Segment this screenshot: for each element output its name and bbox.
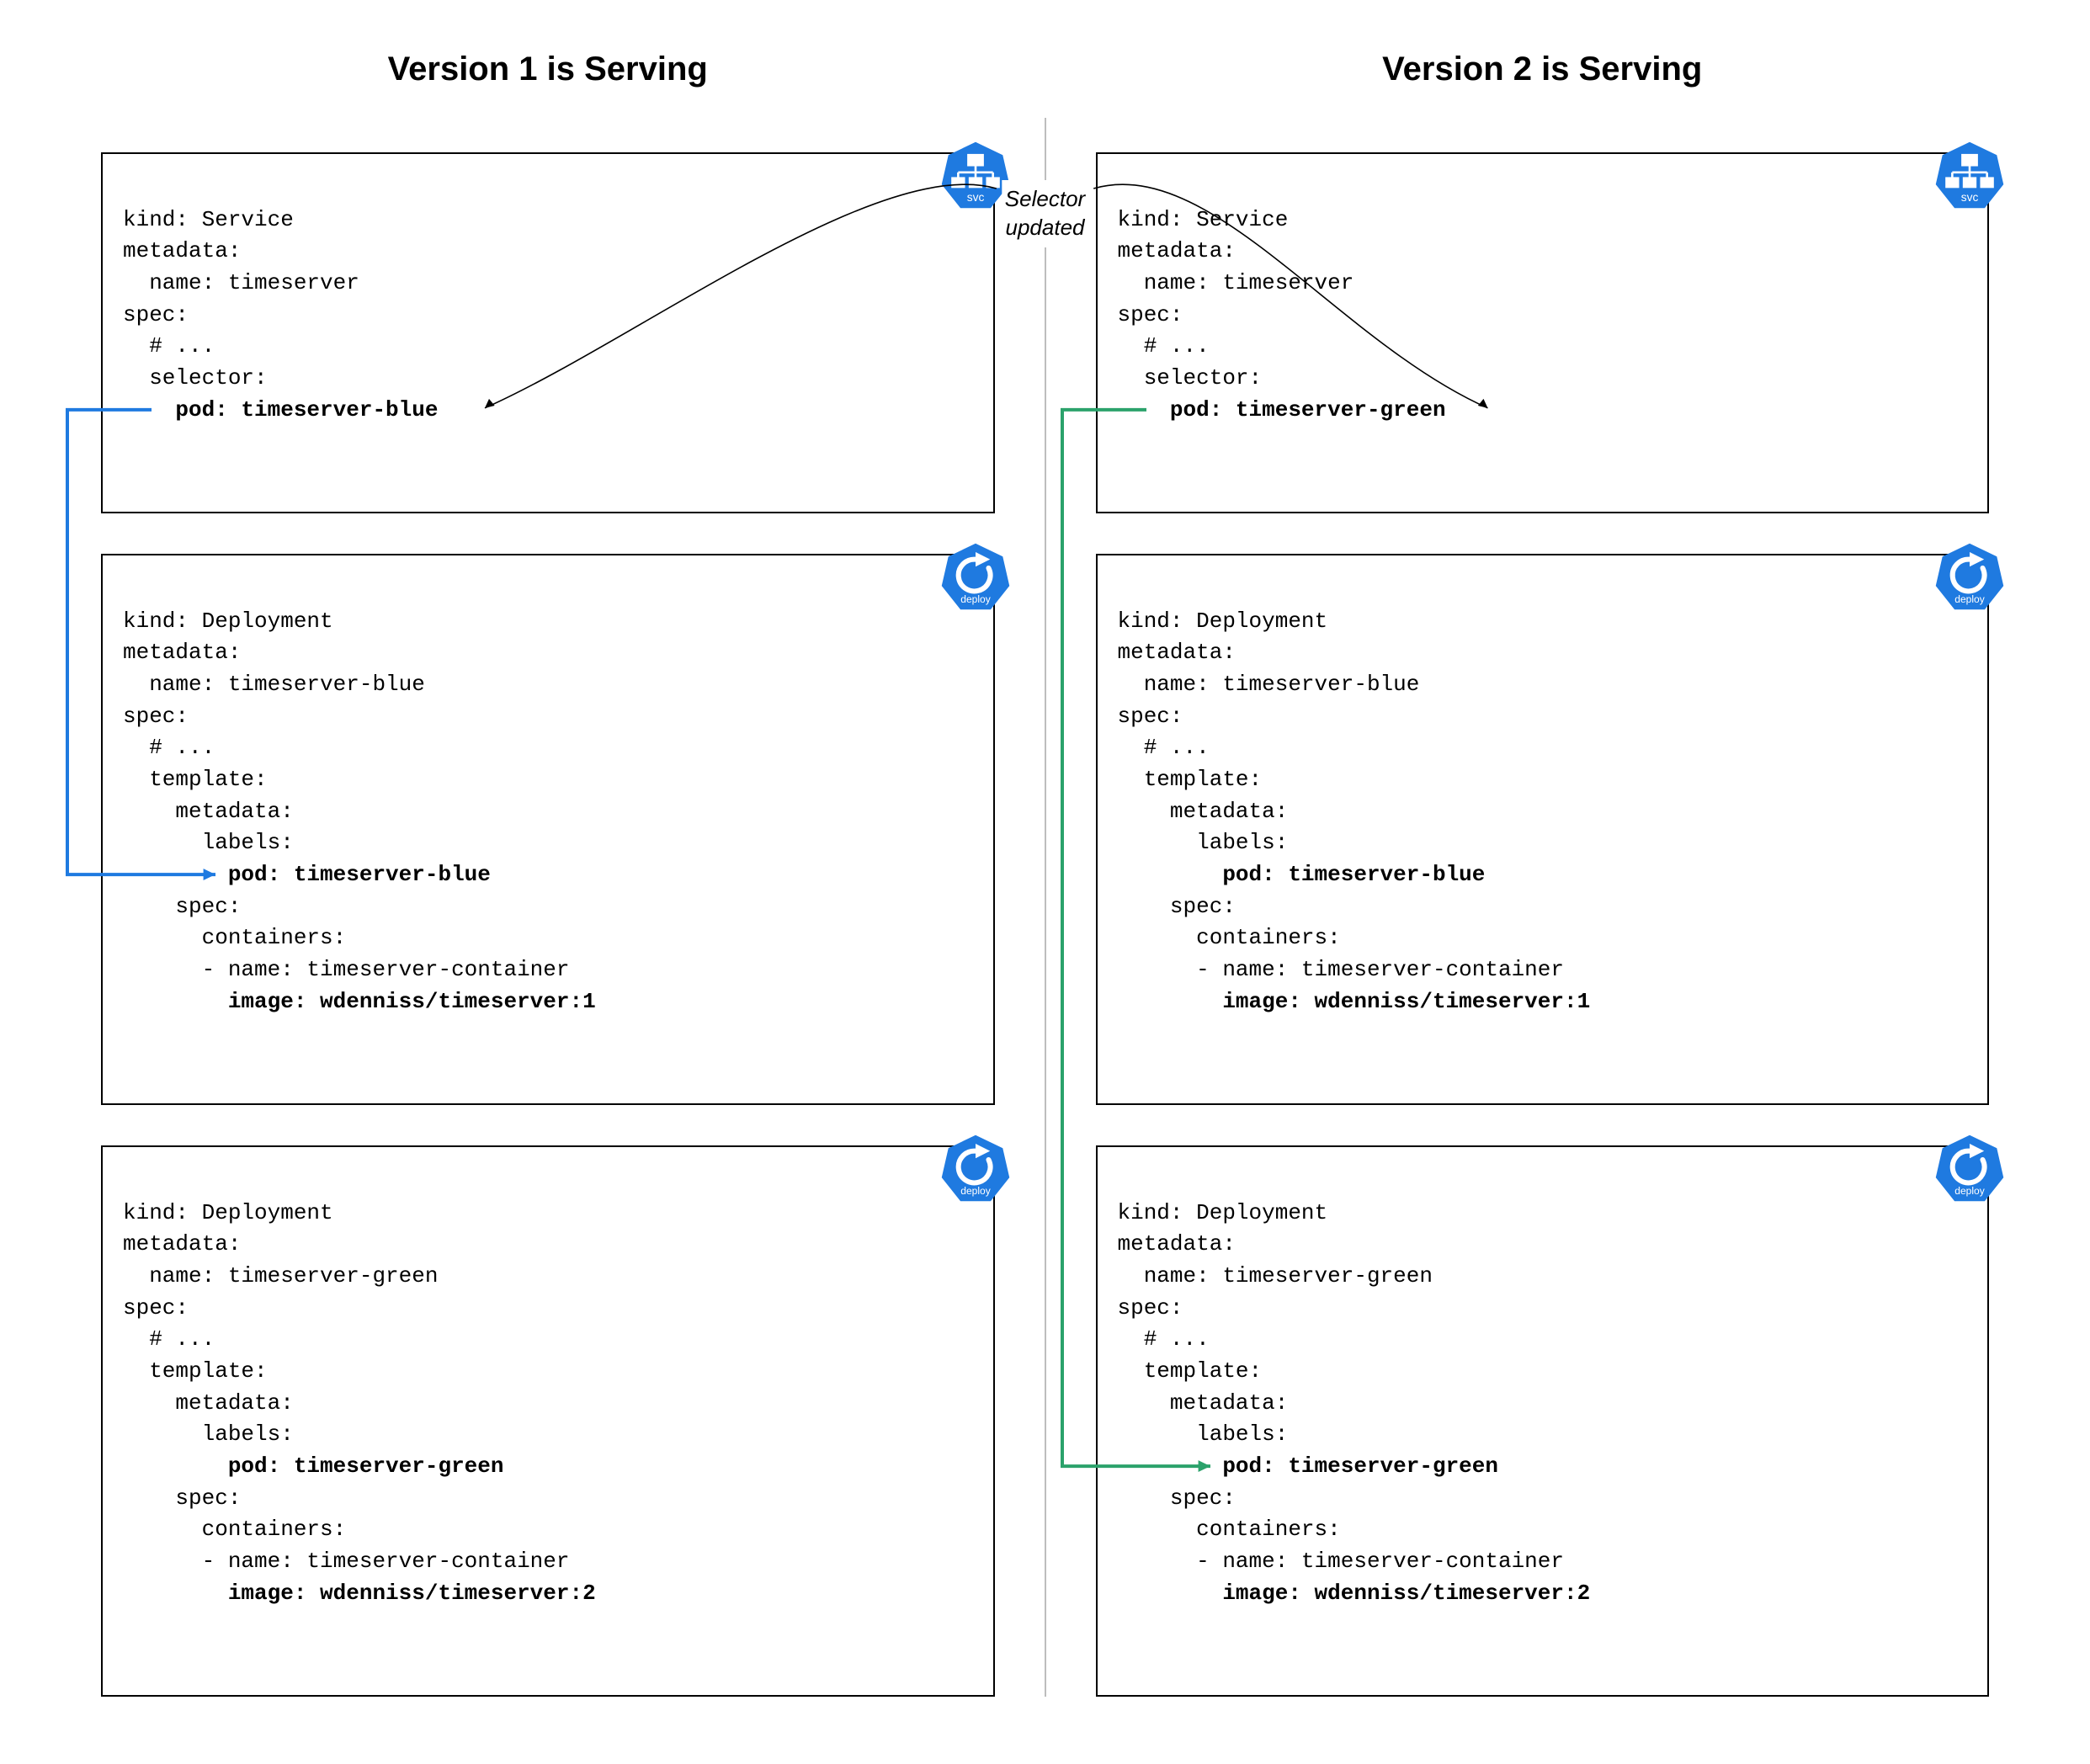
yaml-line: # ... bbox=[1118, 735, 1210, 760]
yaml-line-selector-pod: pod: timeserver-blue bbox=[123, 397, 438, 422]
yaml-line: metadata: bbox=[1118, 1231, 1236, 1257]
deploy-icon: deploy bbox=[939, 1134, 1012, 1206]
yaml-line: containers: bbox=[1118, 1517, 1341, 1542]
svg-text:svc: svc bbox=[1961, 191, 1979, 204]
yaml-line: spec: bbox=[123, 704, 189, 729]
right-title: Version 2 is Serving bbox=[1096, 50, 1990, 88]
yaml-line: kind: Deployment bbox=[123, 608, 333, 634]
center-label-line2: updated bbox=[1006, 215, 1085, 240]
yaml-line: name: timeserver-green bbox=[123, 1263, 438, 1288]
yaml-line: selector: bbox=[1118, 365, 1263, 391]
yaml-line: spec: bbox=[123, 1485, 241, 1511]
yaml-line: metadata: bbox=[123, 799, 294, 824]
yaml-line: template: bbox=[1118, 1358, 1263, 1384]
yaml-line: kind: Deployment bbox=[123, 1200, 333, 1225]
yaml-line: metadata: bbox=[123, 238, 241, 263]
left-deploy-green-box: kind: Deployment metadata: name: timeser… bbox=[101, 1145, 995, 1697]
yaml-line: spec: bbox=[123, 1295, 189, 1320]
yaml-line: containers: bbox=[1118, 925, 1341, 950]
yaml-line: template: bbox=[123, 767, 268, 792]
yaml-line-image: image: wdenniss/timeserver:2 bbox=[123, 1581, 596, 1606]
yaml-line: # ... bbox=[123, 1326, 215, 1352]
yaml-line: metadata: bbox=[1118, 238, 1236, 263]
center-label-line1: Selector bbox=[1005, 186, 1085, 211]
left-deploy-blue-box: kind: Deployment metadata: name: timeser… bbox=[101, 554, 995, 1105]
svg-text:deploy: deploy bbox=[960, 593, 990, 605]
yaml-line: # ... bbox=[123, 735, 215, 760]
left-service-box: kind: Service metadata: name: timeserver… bbox=[101, 152, 995, 513]
yaml-line: - name: timeserver-container bbox=[1118, 1549, 1565, 1574]
yaml-line: labels: bbox=[1118, 830, 1289, 855]
yaml-line: containers: bbox=[123, 1517, 346, 1542]
yaml-line: # ... bbox=[1118, 1326, 1210, 1352]
yaml-line: metadata: bbox=[123, 1231, 241, 1257]
center-divider bbox=[1045, 118, 1046, 1697]
svc-icon: svc bbox=[939, 141, 1012, 213]
left-title: Version 1 is Serving bbox=[101, 50, 995, 88]
yaml-line: labels: bbox=[123, 1421, 294, 1447]
yaml-line: - name: timeserver-container bbox=[123, 1549, 570, 1574]
yaml-line: spec: bbox=[123, 302, 189, 327]
right-column: Version 2 is Serving kind: Service metad… bbox=[1096, 50, 1990, 1697]
yaml-line: metadata: bbox=[1118, 640, 1236, 665]
yaml-line: template: bbox=[123, 1358, 268, 1384]
deploy-icon: deploy bbox=[1933, 542, 2006, 614]
svg-text:deploy: deploy bbox=[960, 1185, 990, 1197]
yaml-line: labels: bbox=[1118, 1421, 1289, 1447]
yaml-line: name: timeserver-blue bbox=[1118, 672, 1420, 697]
yaml-line: spec: bbox=[1118, 704, 1183, 729]
yaml-line: spec: bbox=[123, 894, 241, 919]
yaml-line: kind: Deployment bbox=[1118, 608, 1328, 634]
yaml-line-pod-label: pod: timeserver-green bbox=[123, 1453, 503, 1479]
yaml-line: # ... bbox=[1118, 333, 1210, 359]
left-column: Version 1 is Serving kind: Service metad… bbox=[101, 50, 995, 1697]
yaml-line-pod-label: pod: timeserver-blue bbox=[1118, 862, 1486, 887]
yaml-line: containers: bbox=[123, 925, 346, 950]
yaml-line: name: timeserver-blue bbox=[123, 672, 425, 697]
yaml-line: labels: bbox=[123, 830, 294, 855]
svc-icon: svc bbox=[1933, 141, 2006, 213]
yaml-line-image: image: wdenniss/timeserver:1 bbox=[1118, 989, 1591, 1014]
yaml-line-image: image: wdenniss/timeserver:1 bbox=[123, 989, 596, 1014]
right-deploy-green-box: kind: Deployment metadata: name: timeser… bbox=[1096, 1145, 1990, 1697]
svg-text:deploy: deploy bbox=[1954, 593, 1984, 605]
yaml-line: kind: Service bbox=[1118, 207, 1289, 232]
yaml-line: spec: bbox=[1118, 1485, 1236, 1511]
yaml-line: name: timeserver bbox=[1118, 270, 1354, 295]
yaml-line: - name: timeserver-container bbox=[1118, 957, 1565, 982]
yaml-line: template: bbox=[1118, 767, 1263, 792]
yaml-line: spec: bbox=[1118, 302, 1183, 327]
yaml-line: name: timeserver bbox=[123, 270, 359, 295]
yaml-line: metadata: bbox=[1118, 799, 1289, 824]
yaml-line: - name: timeserver-container bbox=[123, 957, 570, 982]
deploy-icon: deploy bbox=[939, 542, 1012, 614]
right-deploy-blue-box: kind: Deployment metadata: name: timeser… bbox=[1096, 554, 1990, 1105]
yaml-line: spec: bbox=[1118, 1295, 1183, 1320]
diagram-columns: Selector updated Version 1 is Serving kin… bbox=[101, 50, 1989, 1697]
yaml-line: selector: bbox=[123, 365, 268, 391]
yaml-line: name: timeserver-green bbox=[1118, 1263, 1433, 1288]
yaml-line-selector-pod: pod: timeserver-green bbox=[1118, 397, 1446, 422]
yaml-line: # ... bbox=[123, 333, 215, 359]
yaml-line: metadata: bbox=[123, 1390, 294, 1416]
yaml-line: spec: bbox=[1118, 894, 1236, 919]
right-service-box: kind: Service metadata: name: timeserver… bbox=[1096, 152, 1990, 513]
yaml-line-pod-label: pod: timeserver-blue bbox=[123, 862, 491, 887]
yaml-line-image: image: wdenniss/timeserver:2 bbox=[1118, 1581, 1591, 1606]
yaml-line: metadata: bbox=[123, 640, 241, 665]
yaml-line: kind: Deployment bbox=[1118, 1200, 1328, 1225]
yaml-line: kind: Service bbox=[123, 207, 294, 232]
svg-text:deploy: deploy bbox=[1954, 1185, 1984, 1197]
deploy-icon: deploy bbox=[1933, 1134, 2006, 1206]
yaml-line: metadata: bbox=[1118, 1390, 1289, 1416]
selector-updated-label: Selector updated bbox=[1002, 180, 1088, 247]
yaml-line-pod-label: pod: timeserver-green bbox=[1118, 1453, 1498, 1479]
svg-text:svc: svc bbox=[966, 191, 984, 204]
